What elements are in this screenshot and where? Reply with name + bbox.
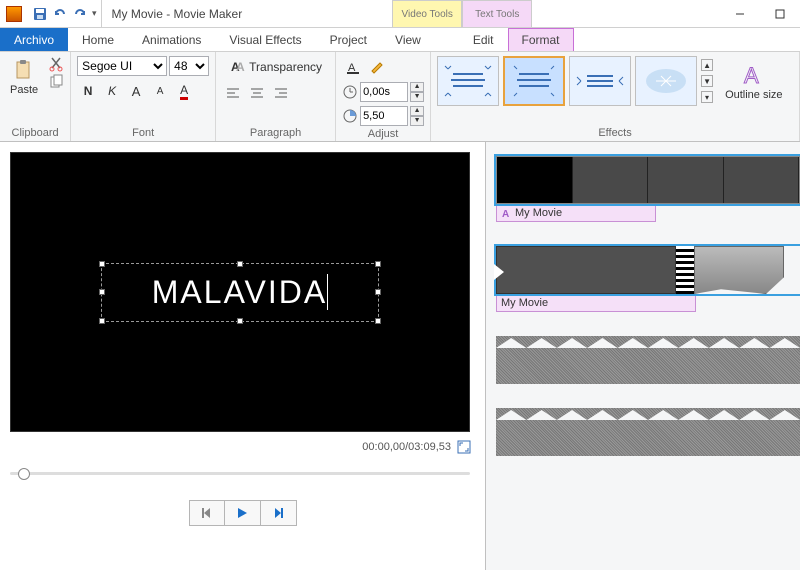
svg-text:A: A bbox=[236, 60, 245, 74]
font-name-select[interactable]: Segoe UI bbox=[77, 56, 167, 76]
next-frame-button[interactable] bbox=[261, 500, 297, 526]
transparency-button[interactable]: AA Transparency bbox=[222, 56, 329, 78]
playback-controls bbox=[10, 500, 475, 526]
timeline-pane[interactable]: A My Movie My Movie bbox=[485, 142, 800, 570]
app-icon bbox=[6, 6, 22, 22]
title-bar: ▾ My Movie - Movie Maker Video Tools Tex… bbox=[0, 0, 800, 28]
animations-tab[interactable]: Animations bbox=[128, 28, 215, 51]
preview-pane: MALAVIDA 00:00,00/03:09,53 bbox=[0, 142, 485, 570]
effect-scroll-4[interactable] bbox=[635, 56, 697, 106]
duration-icon bbox=[342, 108, 358, 124]
grow-font-button[interactable]: A bbox=[125, 80, 147, 102]
align-right-button[interactable] bbox=[270, 82, 292, 104]
caption-text[interactable]: MALAVIDA bbox=[152, 274, 328, 310]
cut-icon[interactable] bbox=[48, 56, 64, 72]
save-icon[interactable] bbox=[32, 6, 48, 22]
minimize-button[interactable] bbox=[720, 0, 760, 28]
clip-3[interactable] bbox=[496, 336, 800, 384]
text-icon: A bbox=[501, 208, 511, 218]
edit-subtab[interactable]: Edit bbox=[459, 28, 508, 51]
video-tools-tab[interactable]: Video Tools bbox=[392, 0, 462, 27]
font-size-select[interactable]: 48 bbox=[169, 56, 209, 76]
clip-4[interactable] bbox=[496, 408, 800, 456]
duration-input[interactable] bbox=[360, 106, 408, 126]
font-group: Segoe UI 48 N K A A A Font bbox=[71, 52, 216, 141]
caption-track-2[interactable]: My Movie bbox=[496, 294, 696, 312]
effects-gallery-scroll[interactable]: ▲▼▾ bbox=[701, 56, 715, 106]
clip-1[interactable]: A My Movie bbox=[496, 156, 800, 222]
shrink-font-button[interactable]: A bbox=[149, 80, 171, 102]
edit-text-button[interactable] bbox=[366, 56, 388, 78]
fullscreen-icon[interactable] bbox=[457, 440, 471, 454]
qat-dropdown-icon[interactable]: ▾ bbox=[92, 8, 97, 19]
view-tab[interactable]: View bbox=[381, 28, 435, 51]
format-subtab[interactable]: Format bbox=[508, 28, 574, 51]
effects-group: ▲▼▾ A Outline size Effects bbox=[431, 52, 800, 141]
svg-text:A: A bbox=[502, 209, 509, 218]
clipboard-group: Paste Clipboard bbox=[0, 52, 71, 141]
align-left-button[interactable] bbox=[222, 82, 244, 104]
caption-track-1[interactable]: A My Movie bbox=[496, 204, 656, 222]
ribbon-tabs: Archivo Home Animations Visual Effects P… bbox=[0, 28, 800, 52]
align-center-button[interactable] bbox=[246, 82, 268, 104]
background-color-button[interactable]: A bbox=[342, 56, 364, 78]
workspace: MALAVIDA 00:00,00/03:09,53 A My bbox=[0, 142, 800, 570]
ribbon: Paste Clipboard Segoe UI 48 N K A A bbox=[0, 52, 800, 142]
svg-text:A: A bbox=[744, 63, 759, 88]
start-time-spinner[interactable]: ▲▼ bbox=[342, 82, 424, 102]
bold-button[interactable]: N bbox=[77, 80, 99, 102]
maximize-button[interactable] bbox=[760, 0, 800, 28]
clock-icon bbox=[342, 84, 358, 100]
paste-button[interactable]: Paste bbox=[6, 56, 42, 98]
quick-access-toolbar: ▾ bbox=[28, 0, 102, 27]
copy-icon[interactable] bbox=[48, 74, 64, 90]
clip-2[interactable]: My Movie bbox=[496, 246, 800, 312]
visual-effects-tab[interactable]: Visual Effects bbox=[215, 28, 315, 51]
scrub-bar[interactable] bbox=[10, 466, 470, 480]
paragraph-group: AA Transparency Paragraph bbox=[216, 52, 336, 141]
home-tab[interactable]: Home bbox=[68, 28, 128, 51]
font-color-button[interactable]: A bbox=[173, 80, 195, 102]
duration-spinner[interactable]: ▲▼ bbox=[342, 106, 424, 126]
effect-scroll-1[interactable] bbox=[437, 56, 499, 106]
timecode-display: 00:00,00/03:09,53 bbox=[10, 432, 475, 462]
caption-text-box[interactable]: MALAVIDA bbox=[101, 263, 379, 322]
window-title: My Movie - Movie Maker bbox=[102, 7, 253, 21]
adjust-group: A ▲▼ ▲▼ Adjust bbox=[336, 52, 431, 141]
text-tools-tab[interactable]: Text Tools bbox=[462, 0, 532, 27]
prev-frame-button[interactable] bbox=[189, 500, 225, 526]
play-button[interactable] bbox=[225, 500, 261, 526]
outline-size-button[interactable]: A Outline size bbox=[719, 59, 788, 103]
italic-button[interactable]: K bbox=[101, 80, 123, 102]
effect-scroll-3[interactable] bbox=[569, 56, 631, 106]
scrub-thumb[interactable] bbox=[18, 468, 30, 480]
redo-icon[interactable] bbox=[72, 6, 88, 22]
start-time-input[interactable] bbox=[360, 82, 408, 102]
video-preview[interactable]: MALAVIDA bbox=[10, 152, 470, 432]
file-tab[interactable]: Archivo bbox=[0, 28, 68, 51]
project-tab[interactable]: Project bbox=[316, 28, 381, 51]
effect-scroll-2[interactable] bbox=[503, 56, 565, 106]
undo-icon[interactable] bbox=[52, 6, 68, 22]
